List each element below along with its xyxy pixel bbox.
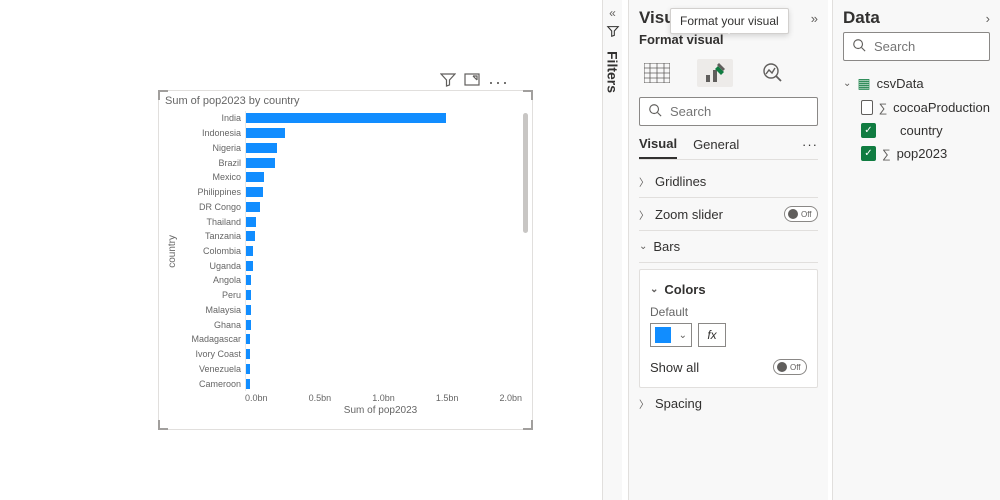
chevron-down-icon: ⌄ [679, 330, 687, 341]
show-all-toggle[interactable]: Off [773, 359, 807, 375]
sigma-icon: ∑ [882, 147, 891, 161]
bar[interactable] [246, 334, 250, 344]
format-search-input[interactable] [668, 103, 809, 120]
field-row[interactable]: ✓ ∑ pop2023 [843, 142, 990, 165]
analytics-tab[interactable] [755, 59, 791, 87]
table-row[interactable]: ⌄ ▦ csvData [843, 71, 990, 96]
field-checkbox[interactable]: ✓ [861, 146, 876, 161]
field-row[interactable]: ✓ country [843, 119, 990, 142]
fields-tree: ⌄ ▦ csvData ∑cocoaProduction✓country✓∑po… [843, 71, 990, 165]
chevron-down-icon: ⌄ [639, 241, 647, 252]
bar[interactable] [246, 379, 250, 389]
collapse-right-icon[interactable]: » [811, 11, 818, 26]
collapse-left-icon[interactable]: « [609, 6, 616, 20]
chevron-down-icon: ⌄ [650, 284, 658, 295]
tab-general[interactable]: General [693, 137, 739, 158]
chevron-right-icon: 〉 [639, 396, 649, 411]
format-subtabs: Visual General ··· [639, 136, 818, 160]
bar[interactable] [246, 231, 255, 241]
bar[interactable] [246, 187, 263, 197]
chart-plot-area[interactable] [245, 111, 526, 391]
field-name: cocoaProduction [893, 100, 990, 115]
tab-visual[interactable]: Visual [639, 136, 677, 159]
visual-action-bar: ··· [440, 72, 509, 91]
format-visual-tab[interactable] [697, 59, 733, 87]
filter-rail-icon[interactable] [606, 24, 620, 41]
format-search[interactable] [639, 97, 818, 126]
format-visual-tooltip: Format your visual [670, 8, 789, 34]
focus-mode-icon[interactable] [464, 72, 480, 91]
filters-label: Filters [605, 45, 621, 93]
bar[interactable] [246, 246, 253, 256]
field-name: pop2023 [897, 146, 948, 161]
data-pane-title: Data [843, 8, 880, 28]
data-search[interactable] [843, 32, 990, 61]
chevron-down-icon: ⌄ [843, 78, 851, 89]
show-all-row: Show all Off [650, 355, 807, 379]
visualizations-pane: Visu » Format visual Visual General ··· … [628, 0, 828, 500]
section-spacing[interactable]: 〉Spacing [639, 388, 818, 419]
default-color-picker[interactable]: ⌄ [650, 323, 692, 347]
chart-title: Sum of pop2023 by country [159, 91, 532, 111]
data-pane: Data › ⌄ ▦ csvData ∑ cocoaProduction ✓ coun… [832, 0, 1000, 500]
resize-handle-bl[interactable] [158, 420, 168, 430]
x-axis-ticks: 0.0bn0.5bn1.0bn1.5bn2.0bn [159, 391, 532, 403]
x-axis-label: Sum of pop2023 [159, 403, 532, 416]
bar[interactable] [246, 305, 251, 315]
data-search-input[interactable] [872, 38, 981, 55]
filter-icon[interactable] [440, 72, 456, 91]
build-visual-tab[interactable] [639, 59, 675, 87]
bar-chart-visual[interactable]: Sum of pop2023 by country country IndiaI… [158, 90, 533, 430]
resize-handle-tl[interactable] [158, 90, 168, 100]
bars-colors-card: ⌄Colors Default ⌄ fx Show all Off [639, 269, 818, 388]
y-axis-label: country [165, 235, 180, 268]
bar[interactable] [246, 158, 275, 168]
bar[interactable] [246, 275, 251, 285]
field-row[interactable]: ∑ cocoaProduction [843, 96, 990, 119]
chevron-right-icon: 〉 [639, 174, 649, 189]
subtabs-more-icon[interactable]: ··· [802, 139, 818, 157]
bar[interactable] [246, 172, 264, 182]
field-name: country [900, 123, 943, 138]
more-options-icon[interactable]: ··· [488, 76, 509, 88]
section-zoom-slider[interactable]: 〉Zoom slider Off [639, 198, 818, 231]
field-checkbox[interactable] [861, 100, 873, 115]
bar[interactable] [246, 320, 251, 330]
default-color-label: Default [650, 305, 807, 319]
field-checkbox[interactable]: ✓ [861, 123, 876, 138]
bar[interactable] [246, 364, 250, 374]
bar[interactable] [246, 113, 446, 123]
search-icon [852, 38, 866, 55]
bar[interactable] [246, 290, 251, 300]
color-chip [655, 327, 671, 343]
filters-rail[interactable]: « Filters [602, 0, 622, 500]
section-colors[interactable]: ⌄Colors [650, 278, 807, 301]
table-name: csvData [877, 76, 924, 91]
resize-handle-br[interactable] [523, 420, 533, 430]
chevron-right-icon: 〉 [639, 207, 649, 222]
fx-button[interactable]: fx [698, 323, 726, 347]
format-mode-tabs [639, 53, 818, 97]
y-axis-categories: IndiaIndonesiaNigeriaBrazilMexicoPhilipp… [180, 111, 245, 391]
report-canvas[interactable]: ··· Sum of pop2023 by country country In… [0, 0, 600, 500]
search-icon [648, 103, 662, 120]
bar[interactable] [246, 202, 260, 212]
section-bars[interactable]: ⌄Bars [639, 231, 818, 263]
bar[interactable] [246, 128, 285, 138]
bar[interactable] [246, 261, 253, 271]
zoom-slider-toggle[interactable]: Off [784, 206, 818, 222]
resize-handle-tr[interactable] [523, 90, 533, 100]
section-gridlines[interactable]: 〉Gridlines [639, 166, 818, 198]
bar[interactable] [246, 349, 250, 359]
bar[interactable] [246, 143, 277, 153]
collapse-right-icon[interactable]: › [986, 11, 990, 26]
table-icon: ▦ [857, 75, 870, 92]
sigma-icon: ∑ [879, 101, 888, 115]
bar[interactable] [246, 217, 256, 227]
